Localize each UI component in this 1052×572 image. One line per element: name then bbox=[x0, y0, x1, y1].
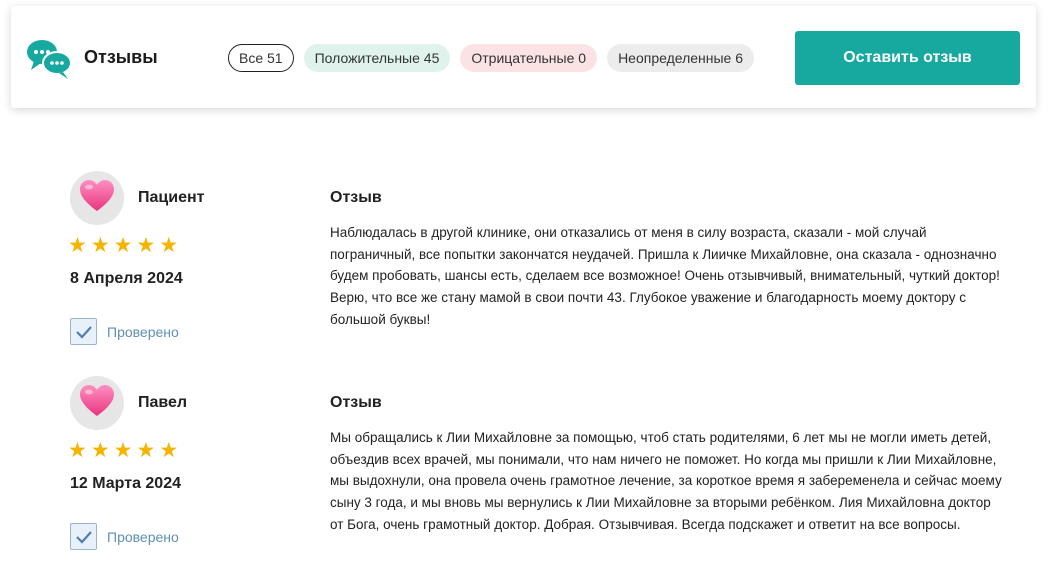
leave-review-button[interactable]: Оставить отзыв bbox=[795, 31, 1020, 85]
review-filters: Все 51 Положительные 45 Отрицательные 0 … bbox=[228, 44, 755, 72]
star-icon: ★ bbox=[90, 233, 110, 257]
review-item: Павел ★ ★ ★ ★ ★ 12 Марта 2024 Проверено … bbox=[0, 376, 1052, 566]
avatar bbox=[70, 171, 124, 225]
verified-badge: Проверено bbox=[70, 523, 179, 550]
filter-all-chip[interactable]: Все 51 bbox=[228, 44, 294, 72]
star-icon: ★ bbox=[68, 438, 87, 462]
star-icon: ★ bbox=[136, 233, 156, 257]
star-icon: ★ bbox=[113, 233, 133, 257]
review-item: Пациент ★ ★ ★ ★ ★ 8 Апреля 2024 Проверен… bbox=[0, 171, 1052, 361]
review-date: 8 Апреля 2024 bbox=[70, 270, 183, 287]
avatar bbox=[70, 376, 124, 430]
star-icon: ★ bbox=[113, 438, 133, 462]
review-heading: Отзыв bbox=[330, 394, 382, 411]
star-icon: ★ bbox=[136, 438, 156, 462]
filter-positive-chip[interactable]: Положительные 45 bbox=[303, 44, 451, 72]
heart-icon bbox=[79, 384, 115, 423]
filter-neutral-chip[interactable]: Неопределенные 6 bbox=[607, 44, 755, 72]
review-date: 12 Марта 2024 bbox=[70, 475, 181, 492]
review-text: Наблюдалась в другой клинике, они отказа… bbox=[330, 225, 1000, 327]
verified-badge: Проверено bbox=[70, 318, 179, 345]
verified-checkbox bbox=[70, 523, 97, 550]
star-icon: ★ bbox=[159, 233, 179, 257]
verified-checkbox bbox=[70, 318, 97, 345]
checkmark-icon bbox=[75, 530, 92, 544]
review-author: Пациент bbox=[138, 189, 205, 206]
verified-label: Проверено bbox=[107, 528, 179, 545]
chat-bubbles-icon bbox=[26, 39, 74, 79]
verified-label: Проверено bbox=[107, 323, 179, 340]
rating-stars: ★ ★ ★ ★ ★ bbox=[68, 233, 178, 257]
heart-icon bbox=[79, 179, 115, 218]
reviews-header: Отзывы Все 51 Положительные 45 Отрицател… bbox=[11, 6, 1036, 108]
star-icon: ★ bbox=[159, 438, 179, 462]
filter-negative-chip[interactable]: Отрицательные 0 bbox=[460, 44, 598, 72]
star-icon: ★ bbox=[90, 438, 110, 462]
review-author: Павел bbox=[138, 394, 188, 411]
checkmark-icon bbox=[75, 325, 92, 339]
review-heading: Отзыв bbox=[330, 189, 382, 206]
review-text: Мы обращались к Лии Михайловне за помощь… bbox=[330, 430, 1002, 532]
rating-stars: ★ ★ ★ ★ ★ bbox=[68, 438, 178, 462]
star-icon: ★ bbox=[68, 233, 87, 257]
page-title: Отзывы bbox=[84, 47, 158, 67]
